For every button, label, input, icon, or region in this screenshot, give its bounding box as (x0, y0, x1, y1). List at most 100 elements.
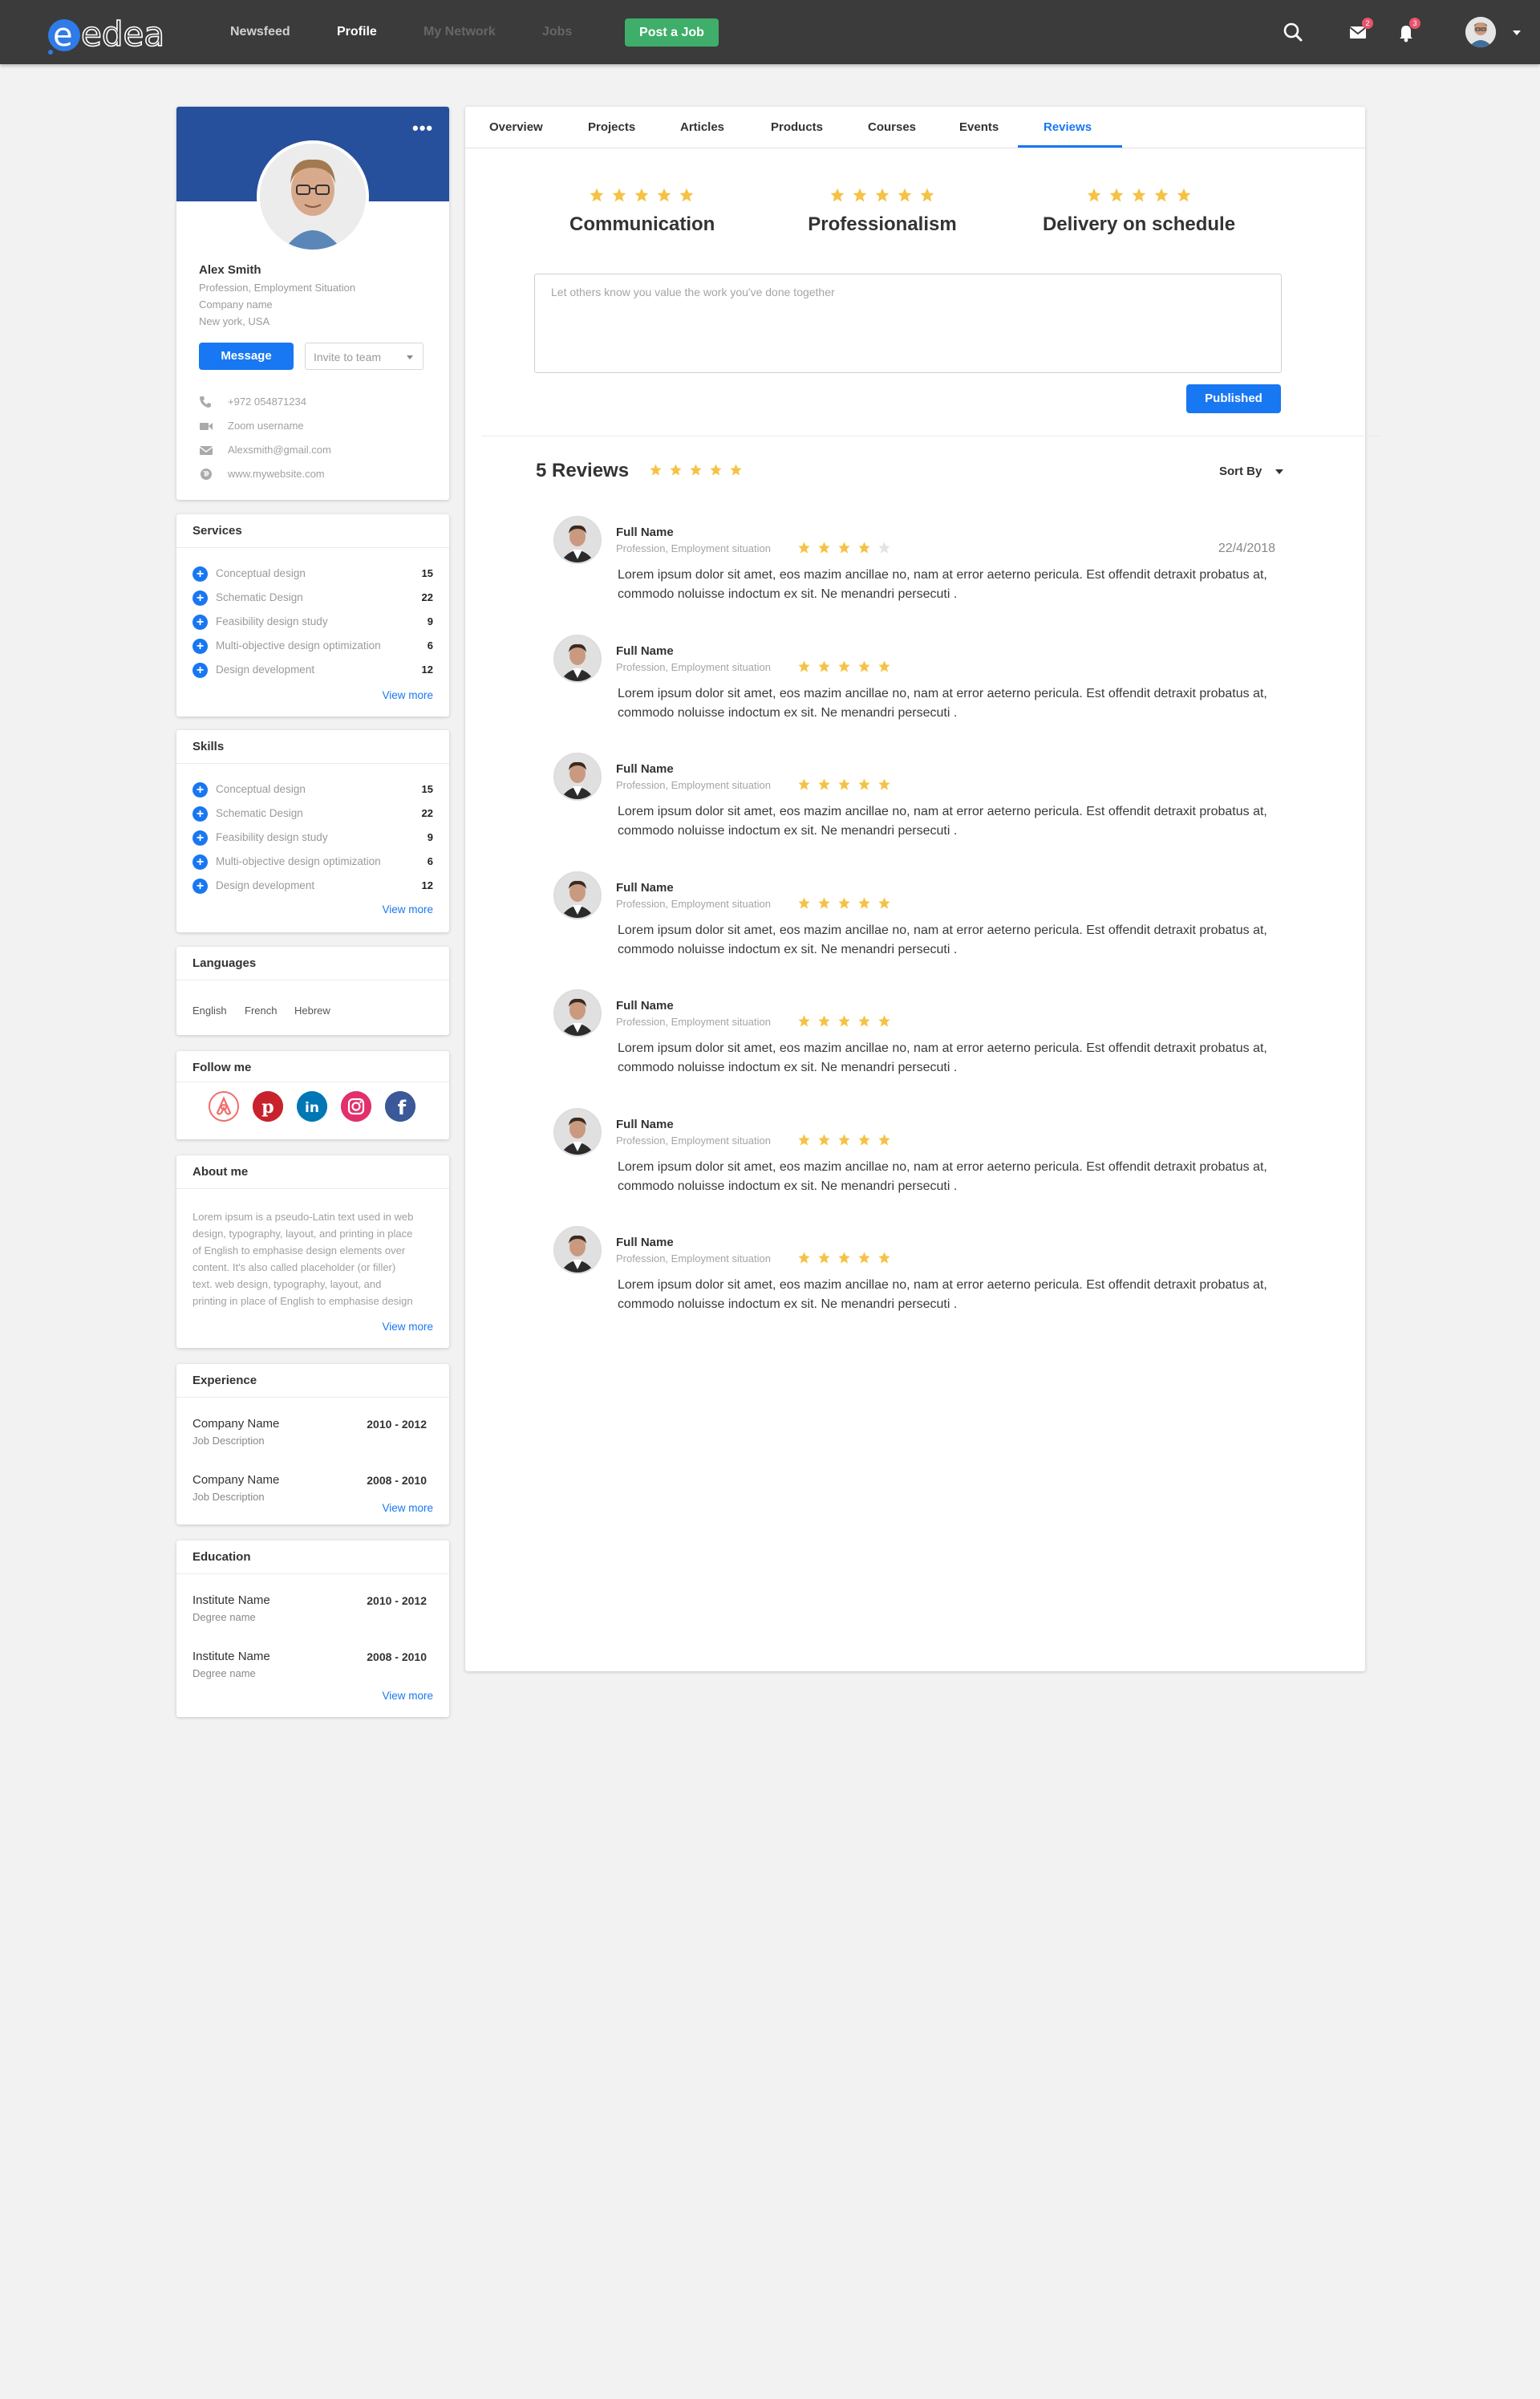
skill-item[interactable]: + Feasibility design study 9 (192, 830, 433, 846)
review-text-line: Lorem ipsum dolor sit amet, eos mazim an… (618, 805, 1267, 818)
plus-icon: + (192, 782, 208, 798)
review-text-line: commodo noluisse indoctum ex sit. Ne men… (618, 1297, 958, 1311)
email-text[interactable]: Alexsmith@gmail.com (228, 444, 331, 456)
education-view-more-link[interactable]: View more (382, 1690, 433, 1702)
review-text: Lorem ipsum dolor sit amet, eos mazim an… (618, 921, 1283, 960)
facebook-icon[interactable]: f (385, 1091, 415, 1122)
review-stars (794, 1014, 894, 1029)
pinterest-icon[interactable]: p (253, 1091, 283, 1122)
experience-view-more-link[interactable]: View more (382, 1502, 433, 1514)
phone-icon (200, 396, 211, 408)
post-job-button[interactable]: Post a Job (625, 18, 719, 47)
skill-count: 6 (427, 855, 433, 867)
service-item[interactable]: + Conceptual design 15 (192, 566, 433, 582)
bell-icon[interactable]: 3 (1396, 18, 1420, 43)
rating-stars[interactable] (569, 187, 714, 207)
reviewer-avatar[interactable] (553, 871, 602, 919)
nav-jobs[interactable]: Jobs (542, 0, 572, 64)
user-avatar[interactable] (1465, 17, 1496, 47)
service-item[interactable]: + Feasibility design study 9 (192, 614, 433, 630)
education-degree: Degree name (192, 1611, 256, 1623)
video-icon (200, 423, 213, 430)
review-text-line: commodo noluisse indoctum ex sit. Ne men… (618, 942, 958, 956)
about-line: design, typography, layout, and printing… (192, 1228, 413, 1240)
tab-courses[interactable]: Courses (868, 107, 916, 148)
divider (176, 763, 449, 764)
star-icon (657, 188, 671, 202)
about-text: Lorem ipsum is a pseudo-Latin text used … (192, 1208, 413, 1309)
edea-logo[interactable]: e edea (44, 13, 172, 56)
star-icon (730, 464, 742, 476)
reviewer-name: Full Name (616, 1117, 674, 1131)
tab-overview[interactable]: Overview (489, 107, 543, 148)
star-icon (838, 896, 850, 909)
reviewer-profession: Profession, Employment situation (616, 542, 771, 554)
message-button[interactable]: Message (199, 343, 294, 370)
reviewer-avatar[interactable] (553, 989, 602, 1037)
skill-item[interactable]: + Design development 12 (192, 878, 433, 894)
experience-title: Experience (192, 1374, 257, 1387)
skill-item[interactable]: + Multi-objective design optimization 6 (192, 854, 433, 870)
star-icon (650, 464, 662, 476)
skill-item[interactable]: + Schematic Design 22 (192, 806, 433, 822)
svg-text:in: in (305, 1100, 319, 1116)
mail-icon[interactable]: 2 (1348, 18, 1373, 43)
star-icon (858, 542, 870, 554)
service-count: 15 (421, 567, 433, 579)
instagram-icon[interactable] (341, 1091, 371, 1122)
reviewer-avatar[interactable] (553, 753, 602, 801)
service-count: 12 (421, 664, 433, 676)
rating-stars[interactable] (1039, 187, 1239, 207)
service-item[interactable]: + Schematic Design 22 (192, 590, 433, 606)
skill-item[interactable]: + Conceptual design 15 (192, 781, 433, 798)
tab-projects[interactable]: Projects (588, 107, 635, 148)
nav-profile[interactable]: Profile (337, 0, 377, 64)
reviewer-avatar[interactable] (553, 1226, 602, 1274)
experience-years: 2008 - 2010 (367, 1474, 427, 1487)
linkedin-icon[interactable]: in (297, 1091, 327, 1122)
education-years: 2010 - 2012 (367, 1594, 427, 1607)
more-options-icon[interactable]: ••• (412, 120, 433, 137)
reviewer-avatar[interactable] (553, 634, 602, 683)
bell-badge: 3 (1409, 18, 1420, 29)
globe-icon (201, 469, 212, 480)
tab-articles[interactable]: Articles (680, 107, 724, 148)
review-item: Full Name Profession, Employment situati… (553, 989, 1275, 1094)
about-view-more-link[interactable]: View more (382, 1321, 433, 1333)
top-navbar: e edea Newsfeed Profile My Network Jobs … (0, 0, 1540, 64)
star-icon (710, 464, 722, 476)
service-count: 22 (421, 591, 433, 603)
tab-events[interactable]: Events (959, 107, 999, 148)
star-icon (838, 778, 850, 790)
reviewer-profession: Profession, Employment situation (616, 660, 771, 673)
reviewer-avatar[interactable] (553, 516, 602, 564)
star-icon (798, 1252, 810, 1264)
rating-stars[interactable] (802, 187, 962, 207)
review-text-line: commodo noluisse indoctum ex sit. Ne men… (618, 587, 958, 601)
account-menu-caret-icon[interactable] (1513, 30, 1521, 35)
svg-text:edea: edea (81, 14, 164, 54)
services-view-more-link[interactable]: View more (382, 689, 433, 701)
review-textarea[interactable]: Let others know you value the work you'v… (534, 274, 1282, 373)
invite-to-team-select[interactable]: Invite to team (305, 343, 424, 370)
airbnb-icon[interactable] (209, 1091, 239, 1122)
plus-icon: + (192, 566, 208, 582)
website-text[interactable]: www.mywebsite.com (228, 468, 325, 480)
sort-by-dropdown[interactable]: Sort By (1219, 465, 1283, 478)
published-button[interactable]: Published (1186, 384, 1281, 413)
divider (176, 547, 449, 548)
service-item[interactable]: + Design development 12 (192, 662, 433, 678)
nav-my-network[interactable]: My Network (424, 0, 496, 64)
reviewer-avatar[interactable] (553, 1107, 602, 1156)
tab-reviews[interactable]: Reviews (1044, 107, 1092, 148)
nav-newsfeed[interactable]: Newsfeed (230, 0, 290, 64)
chevron-down-icon (407, 355, 413, 359)
star-icon (853, 188, 867, 202)
service-item[interactable]: + Multi-objective design optimization 6 (192, 638, 433, 654)
star-icon (878, 660, 890, 672)
search-icon[interactable] (1282, 21, 1304, 43)
skills-view-more-link[interactable]: View more (382, 903, 433, 915)
star-icon (878, 1252, 890, 1264)
skill-label: Schematic Design (216, 807, 303, 819)
tab-products[interactable]: Products (771, 107, 823, 148)
